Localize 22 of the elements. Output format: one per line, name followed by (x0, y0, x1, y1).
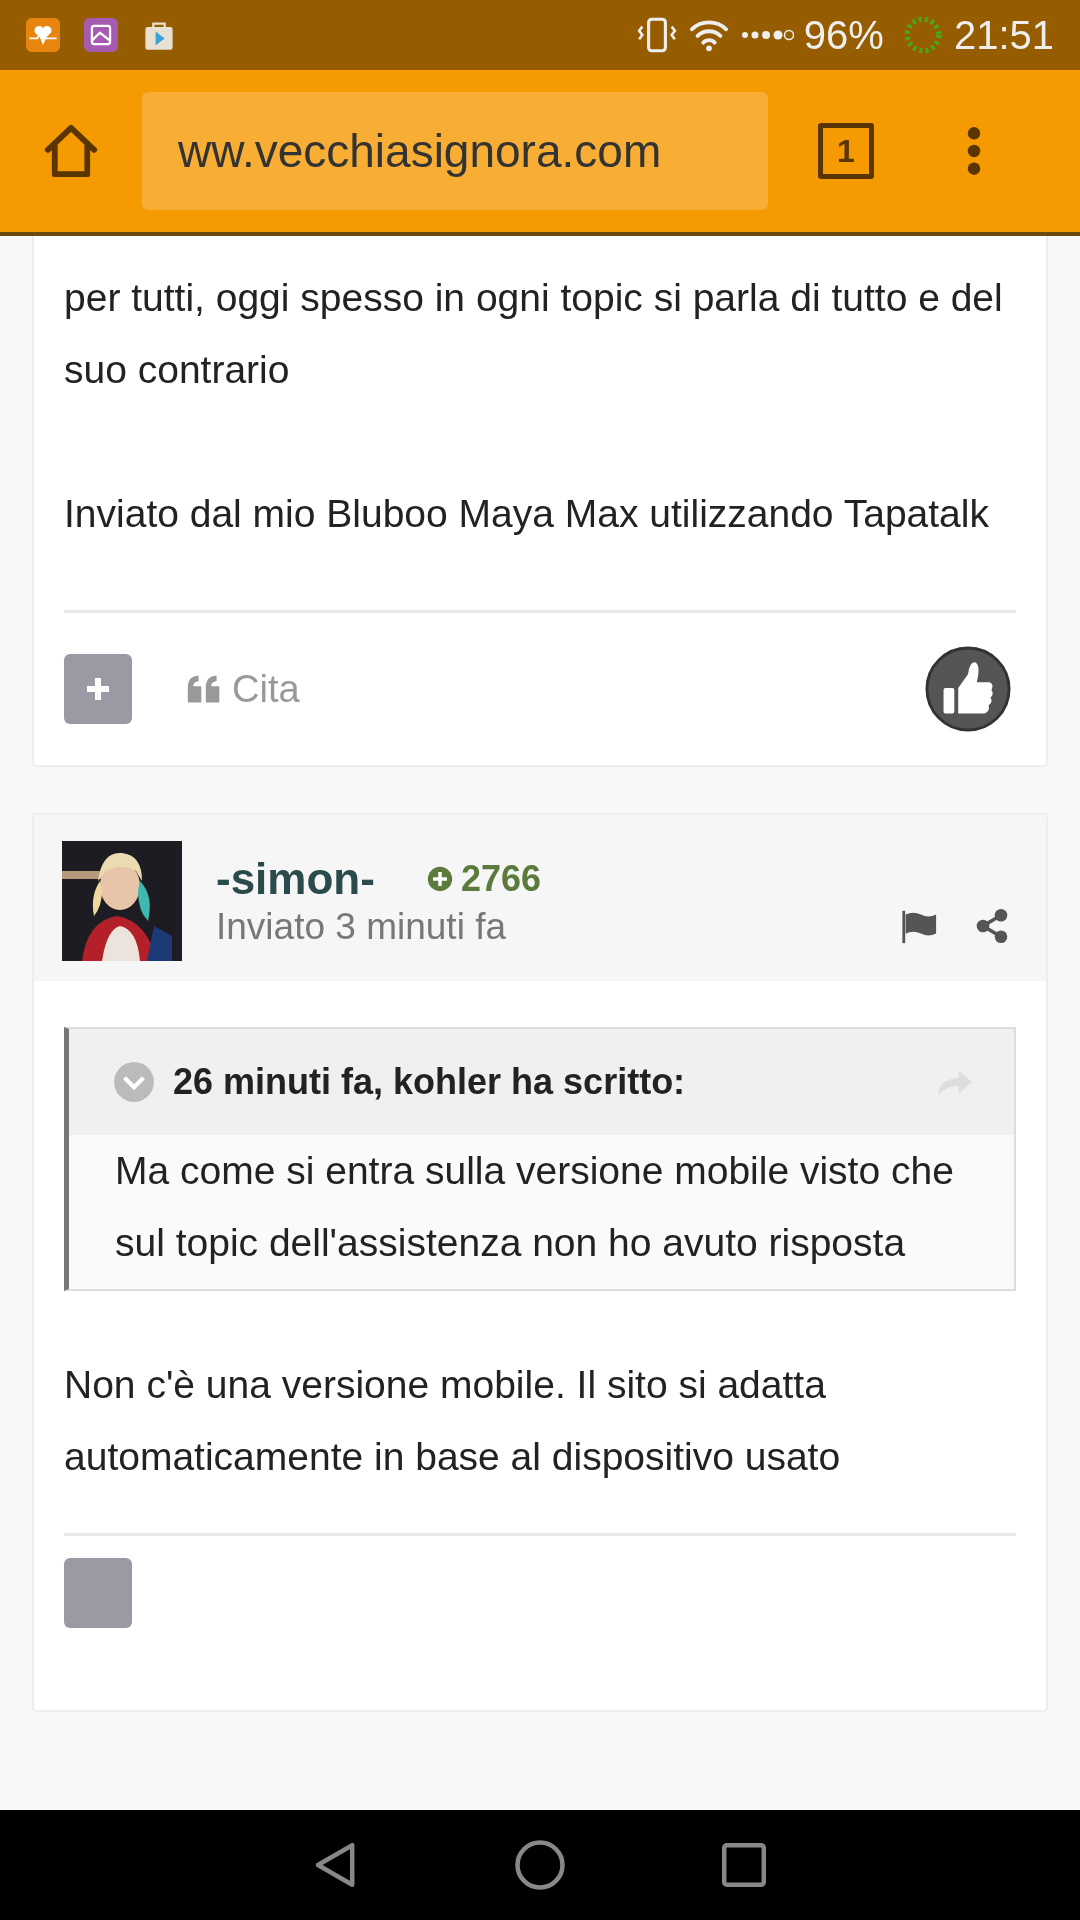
plus-circle-icon (426, 866, 453, 892)
home-icon[interactable] (42, 122, 100, 180)
health-app-icon (26, 18, 60, 52)
post-time: Inviato 3 minuti fa (216, 906, 507, 948)
post-text: Inviato dal mio Bluboo Maya Max utilizzando Tapatalk (64, 491, 990, 537)
gallery-app-icon (84, 18, 118, 52)
quote-header: 26 minuti fa, kohler ha scritto: (173, 1061, 686, 1103)
quote-text: Ma come si entra sulla versione mobile visto che sul topic dell'assistenza non ho avuto risposta (114, 1148, 955, 1266)
plus-button[interactable] (64, 654, 132, 724)
url-field[interactable]: ww.vecchiasignora.com (142, 92, 768, 210)
post-text: per tutti, oggi spesso in ogni topic si parla di tutto e del suo contrario (64, 275, 1004, 393)
menu-icon[interactable] (966, 125, 982, 177)
tabs-button[interactable]: 1 (818, 123, 874, 179)
post-text: Non c'è una versione mobile. Il sito si adatta automaticamente in base al dispositivo usato (64, 1362, 842, 1480)
reputation-count: 2766 (460, 858, 541, 900)
share-icon[interactable] (974, 908, 1010, 944)
quote-icon (186, 674, 222, 704)
home-circle-icon[interactable] (513, 1838, 567, 1892)
author-name[interactable]: -simon- (216, 854, 375, 904)
clock: 21:51 (953, 12, 1054, 58)
battery-percent: 96% (803, 12, 884, 58)
thumbs-up-icon[interactable] (924, 645, 1012, 733)
